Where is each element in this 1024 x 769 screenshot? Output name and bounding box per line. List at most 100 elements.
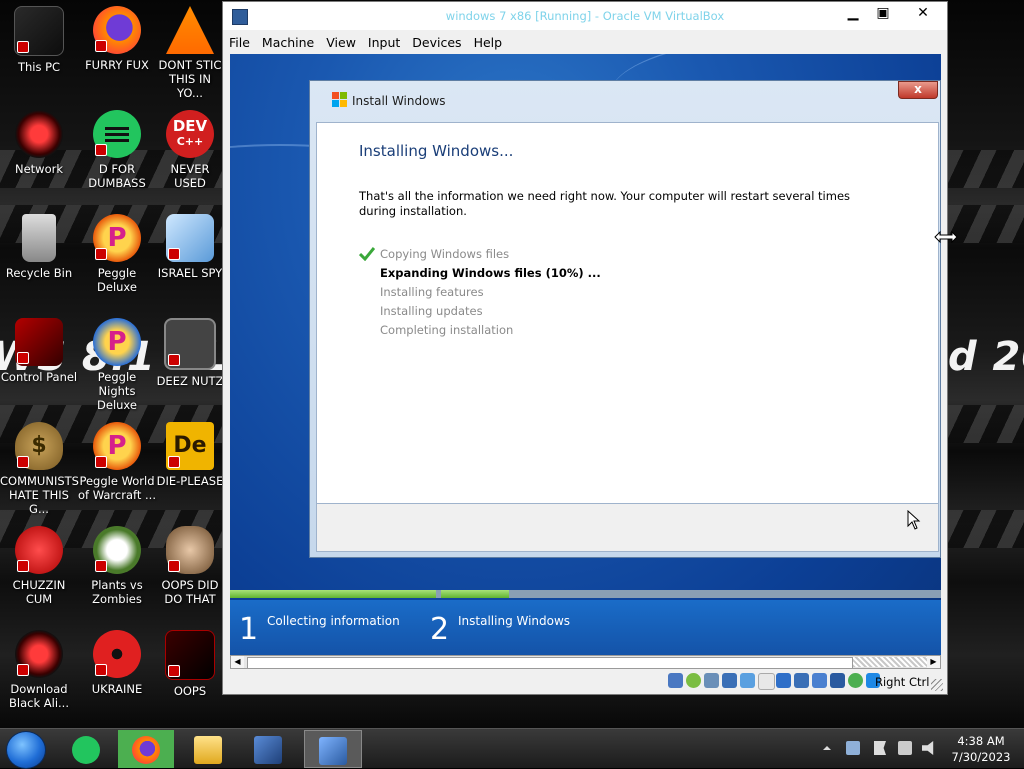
dialog-content: Installing Windows... That's all the inf… bbox=[316, 122, 939, 504]
desktop-icon-label: NEVER USED bbox=[170, 162, 210, 190]
folder-icon bbox=[194, 736, 222, 764]
scroll-left-arrow-icon[interactable]: ◀ bbox=[231, 656, 244, 668]
taskbar-firefox[interactable] bbox=[118, 730, 174, 768]
portrait-icon bbox=[166, 526, 214, 574]
computer-icon bbox=[14, 6, 64, 56]
wallpaper-stripe bbox=[948, 205, 1024, 243]
desktop-icon-peggle-nights[interactable]: P Peggle Nights Deluxe bbox=[78, 318, 156, 412]
step-copying: Copying Windows files bbox=[359, 245, 601, 264]
skull-icon bbox=[165, 630, 215, 680]
desktop-icon-label: Control Panel bbox=[0, 370, 78, 384]
system-clock[interactable]: 4:38 AM 7/30/2023 bbox=[946, 733, 1016, 765]
guest-display[interactable]: Install Windows x Installing Windows... … bbox=[230, 54, 941, 655]
desktop-icon-this-pc[interactable]: This PC bbox=[0, 6, 78, 74]
resize-cursor-icon bbox=[934, 231, 958, 243]
desktop-icon-label: Plants vs Zombies bbox=[91, 578, 143, 606]
desktop-icon-label: DONT STIC THIS IN YO... bbox=[158, 58, 222, 100]
menu-devices[interactable]: Devices bbox=[412, 35, 461, 50]
shared-folders-icon[interactable] bbox=[758, 673, 775, 690]
resize-grip[interactable] bbox=[931, 679, 943, 691]
desktop-icon-never-used[interactable]: DEV C++ NEVER USED bbox=[156, 110, 224, 190]
usb-icon[interactable] bbox=[740, 673, 755, 688]
taskbar-chat-app[interactable] bbox=[58, 730, 114, 768]
vt-x-icon[interactable] bbox=[848, 673, 863, 688]
network-tray-icon[interactable] bbox=[846, 741, 860, 755]
scrollbar-track[interactable] bbox=[853, 657, 927, 667]
scrollbar-thumb[interactable] bbox=[247, 657, 853, 669]
volume-icon[interactable] bbox=[922, 741, 934, 755]
display-tray-icon[interactable] bbox=[898, 741, 912, 755]
desktop-icon-furry-fux[interactable]: FURRY FUX bbox=[78, 6, 156, 72]
desktop-icon-israel-spy[interactable]: ISRAEL SPY bbox=[156, 214, 224, 280]
desktop-icon-d-for-dumbass[interactable]: D FOR DUMBASS bbox=[78, 110, 156, 190]
peggle-nights-icon: P bbox=[93, 318, 141, 366]
network-icon[interactable] bbox=[722, 673, 737, 688]
installing-heading: Installing Windows... bbox=[359, 142, 514, 160]
maximize-button[interactable]: ▣ bbox=[869, 3, 897, 23]
display-icon[interactable] bbox=[776, 673, 791, 688]
audio-icon[interactable] bbox=[704, 673, 719, 688]
desktop-icon-peggle-wow[interactable]: P Peggle World of Warcraft ... bbox=[78, 422, 156, 502]
step-expanding: Expanding Windows files (10%) ... bbox=[359, 264, 601, 283]
dialog-close-button[interactable]: x bbox=[898, 81, 938, 99]
menu-view[interactable]: View bbox=[326, 35, 356, 50]
horizontal-scrollbar[interactable]: ◀ ▶ bbox=[230, 655, 941, 669]
desktop-icon-download[interactable]: Download Black Ali... bbox=[0, 630, 78, 710]
show-hidden-icons-icon[interactable] bbox=[820, 741, 834, 755]
drag-drop-icon[interactable] bbox=[812, 673, 827, 688]
window-stack-icon bbox=[164, 318, 216, 370]
taskbar-explorer[interactable] bbox=[180, 730, 236, 768]
wallpaper-stripe bbox=[948, 405, 1024, 443]
desktop-icon-die-please[interactable]: De DIE-PLEASE bbox=[156, 422, 224, 488]
optical-drive-icon[interactable] bbox=[686, 673, 701, 688]
desktop-icon-label: FURRY FUX bbox=[85, 58, 149, 72]
wallpaper-stripe bbox=[948, 510, 1024, 548]
wallpaper-stripe bbox=[948, 150, 1024, 188]
desktop-icon-ukraine[interactable]: UKRAINE bbox=[78, 630, 156, 696]
start-button[interactable] bbox=[6, 731, 46, 769]
vlc-cone-icon bbox=[166, 6, 214, 54]
desktop-icon-label: CHUZZIN CUM bbox=[12, 578, 66, 606]
menu-file[interactable]: File bbox=[229, 35, 250, 50]
taskbar-vm-window[interactable] bbox=[304, 730, 362, 768]
phase-number: 1 bbox=[239, 612, 259, 647]
desktop-icon-dont-stic[interactable]: DONT STIC THIS IN YO... bbox=[156, 6, 224, 100]
taskbar-virtualbox[interactable] bbox=[240, 730, 296, 768]
phase-label: Collecting information bbox=[267, 614, 400, 628]
recording-icon[interactable] bbox=[794, 673, 809, 688]
desktop-icon-control-panel[interactable]: Control Panel bbox=[0, 318, 78, 384]
hard-disk-icon[interactable] bbox=[668, 673, 683, 688]
desktop-icon-recycle-bin[interactable]: Recycle Bin bbox=[0, 214, 78, 280]
cpu-icon[interactable] bbox=[830, 673, 845, 688]
window-titlebar[interactable]: windows 7 x86 [Running] - Oracle VM Virt… bbox=[223, 2, 947, 30]
desktop-icon-label: Peggle World of Warcraft ... bbox=[78, 474, 156, 502]
flag-tray-icon[interactable] bbox=[874, 741, 886, 755]
menu-help[interactable]: Help bbox=[474, 35, 503, 50]
menu-input[interactable]: Input bbox=[368, 35, 400, 50]
desktop-icon-oops-did[interactable]: OOPS DID DO THAT bbox=[156, 526, 224, 606]
desktop-icon-communists[interactable]: $ COMMUNISTS HATE THIS G... bbox=[0, 422, 79, 516]
menu-machine[interactable]: Machine bbox=[262, 35, 314, 50]
money-bag-icon: $ bbox=[15, 422, 63, 470]
install-message: That's all the information we need right… bbox=[359, 189, 851, 218]
scroll-right-arrow-icon[interactable]: ▶ bbox=[927, 656, 940, 668]
flower-icon bbox=[93, 526, 141, 574]
install-steps: Copying Windows files Expanding Windows … bbox=[359, 245, 601, 340]
desktop-icon-oops[interactable]: OOPS bbox=[156, 630, 224, 698]
close-button[interactable]: ✕ bbox=[903, 3, 943, 23]
progress-segment-installing bbox=[441, 590, 509, 598]
desktop-icon-label: This PC bbox=[17, 60, 61, 74]
network-drive-icon bbox=[166, 214, 214, 262]
firefox-icon bbox=[132, 736, 160, 764]
desktop-icon-peggle-deluxe[interactable]: P Peggle Deluxe bbox=[78, 214, 156, 294]
windows7-vm-icon bbox=[319, 737, 347, 765]
desktop-icon-chuzzin[interactable]: CHUZZIN CUM bbox=[0, 526, 78, 606]
desktop-icon-pvz[interactable]: Plants vs Zombies bbox=[78, 526, 156, 606]
desktop-icon-label: Peggle Nights Deluxe bbox=[97, 370, 137, 412]
desktop-icon-label: D FOR DUMBASS bbox=[88, 162, 146, 190]
desktop-icon-network[interactable]: Network bbox=[0, 110, 78, 176]
recycle-bin-icon bbox=[22, 214, 56, 262]
minimize-button[interactable]: ▁ bbox=[839, 3, 867, 23]
setup-phases: 1 Collecting information 2 Installing Wi… bbox=[230, 600, 941, 655]
desktop-icon-deez-nutz[interactable]: DEEZ NUTZ bbox=[156, 318, 224, 388]
